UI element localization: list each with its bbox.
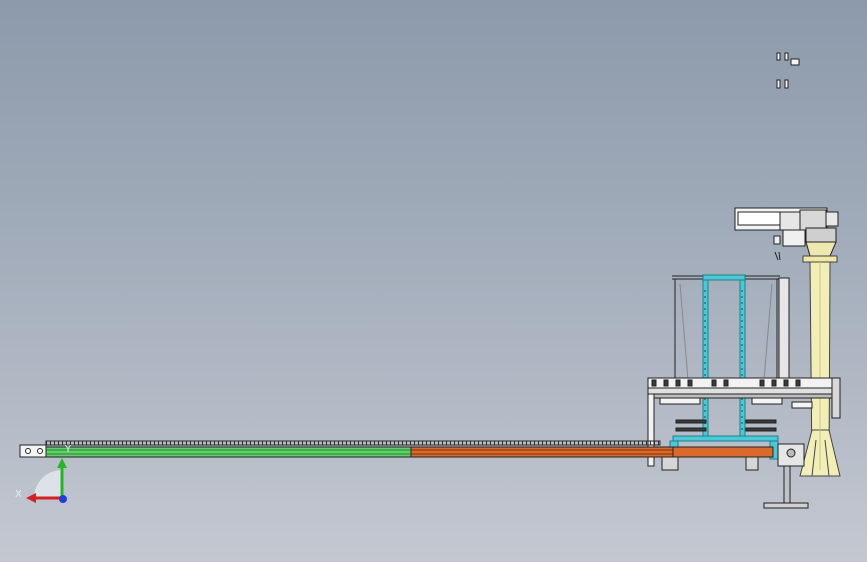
triad-x-label: X (15, 489, 22, 500)
magazine-frame (672, 275, 790, 381)
assembly-drawing: X Y (15, 52, 841, 509)
cad-viewport[interactable]: X Y (0, 0, 867, 562)
floating-parts (776, 52, 800, 89)
long-rail (19, 440, 774, 458)
gantry-head (734, 207, 839, 261)
coordinate-triad (26, 458, 67, 503)
support-column (799, 255, 841, 477)
triad-y-label: Y (64, 444, 72, 455)
